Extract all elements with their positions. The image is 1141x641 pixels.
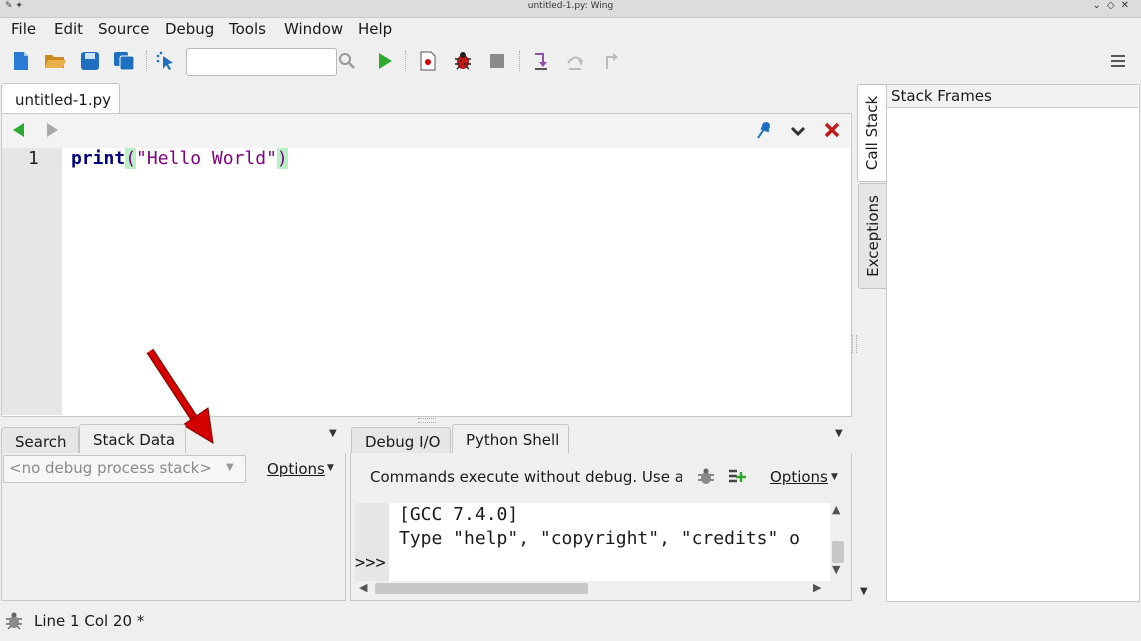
tab-stack-data-label: Stack Data	[93, 431, 176, 449]
status-bug-icon[interactable]	[4, 611, 24, 635]
shell-prompt: >>>	[355, 553, 386, 573]
code-line[interactable]: print("Hello World")	[71, 148, 288, 169]
splitter-handle[interactable]	[418, 418, 436, 423]
shell-line: [GCC 7.4.0]	[399, 504, 519, 525]
stack-frames-panel	[886, 84, 1140, 602]
menu-help[interactable]: Help	[358, 20, 392, 38]
code-paren-open: (	[125, 148, 137, 169]
line-number-gutter	[2, 148, 62, 415]
splitter-handle[interactable]	[852, 335, 857, 353]
options-arrow-icon: ▼	[831, 472, 838, 482]
search-icon[interactable]	[336, 50, 358, 72]
save-all-icon[interactable]	[113, 50, 135, 72]
combo-arrow-icon: ▼	[226, 462, 234, 473]
step-into-icon[interactable]	[530, 50, 552, 72]
shell-line: Type "help", "copyright", "credits" o	[399, 528, 800, 549]
title-bar: ✎ ✦ untitled-1.py: Wing ⌄◇✕	[0, 0, 1141, 18]
status-bar: Line 1 Col 20 *	[0, 603, 1141, 641]
line-number: 1	[28, 148, 39, 169]
debug-bug-icon[interactable]	[452, 50, 474, 72]
status-text: Line 1 Col 20 *	[34, 612, 145, 630]
tab-stack-data[interactable]: Stack Data	[79, 424, 186, 455]
tab-python-shell[interactable]: Python Shell	[452, 424, 569, 455]
hamburger-menu-icon[interactable]	[1107, 50, 1129, 72]
shell-info-text: Commands execute without debug. Use arı	[370, 468, 682, 486]
chevron-down-icon[interactable]	[790, 124, 806, 142]
menu-edit[interactable]: Edit	[54, 20, 83, 38]
shell-debug-bug-icon[interactable]	[696, 467, 716, 491]
scroll-thumb[interactable]	[375, 583, 588, 594]
tab-debug-io-label: Debug I/O	[365, 433, 441, 451]
tab-call-stack-label: Call Stack	[863, 95, 882, 171]
stack-frames-header: Stack Frames	[887, 85, 1138, 108]
code-string: "Hello World"	[136, 148, 277, 169]
options-arrow-icon: ▼	[327, 463, 334, 473]
stop-icon[interactable]	[486, 50, 508, 72]
tab-debug-io[interactable]: Debug I/O	[351, 427, 451, 454]
run-icon[interactable]	[374, 50, 396, 72]
tab-search-label: Search	[15, 433, 67, 451]
menu-source[interactable]: Source	[98, 20, 150, 38]
goto-definition-icon[interactable]	[155, 50, 177, 72]
panel-menu-icon[interactable]: ▼	[835, 428, 843, 439]
panel-menu-icon[interactable]: ▼	[329, 428, 337, 439]
scroll-thumb[interactable]	[832, 541, 844, 563]
save-icon[interactable]	[79, 50, 101, 72]
menu-bar: File Edit Source Debug Tools Window Help	[0, 17, 1141, 41]
back-arrow-icon[interactable]	[11, 122, 25, 142]
debug-file-icon[interactable]	[417, 50, 439, 72]
scroll-left-icon[interactable]: ◀	[359, 581, 367, 594]
scroll-down-icon[interactable]: ▼	[832, 563, 840, 576]
close-icon[interactable]	[824, 122, 840, 142]
editor-toolbar	[2, 114, 850, 148]
tab-exceptions-label: Exceptions	[864, 195, 883, 277]
tab-exceptions[interactable]: Exceptions	[858, 183, 887, 289]
step-over-icon[interactable]	[564, 50, 586, 72]
tab-python-shell-label: Python Shell	[466, 431, 560, 449]
editor-tab-label: untitled-1.py	[15, 91, 111, 109]
code-keyword: print	[71, 148, 126, 169]
menu-debug[interactable]: Debug	[165, 20, 214, 38]
options-button-shell[interactable]: Options	[770, 468, 828, 486]
toolbar-search-input[interactable]	[186, 48, 337, 76]
open-folder-icon[interactable]	[44, 50, 66, 72]
step-out-icon[interactable]	[598, 50, 620, 72]
shell-hscrollbar[interactable]: ◀ ▶	[355, 581, 830, 596]
toolbar-separator	[146, 51, 148, 71]
stack-frames-title: Stack Frames	[891, 87, 992, 105]
combo-placeholder: <no debug process stack>	[9, 459, 212, 477]
shell-vscrollbar[interactable]: ▲ ▼	[830, 503, 847, 581]
debug-stack-combo[interactable]: <no debug process stack> ▼	[3, 455, 246, 483]
editor-tab[interactable]: untitled-1.py	[1, 83, 120, 114]
toolbar-separator	[519, 51, 521, 71]
menu-tools[interactable]: Tools	[229, 20, 266, 38]
shell-new-icon[interactable]	[727, 467, 747, 491]
pin-icon[interactable]	[755, 120, 773, 144]
window-title: untitled-1.py: Wing	[527, 1, 614, 11]
scroll-right-icon[interactable]: ▶	[813, 581, 821, 594]
toolbar-separator	[405, 51, 407, 71]
tab-call-stack[interactable]: Call Stack	[857, 84, 886, 182]
forward-arrow-icon[interactable]	[46, 122, 60, 142]
panel-menu-icon[interactable]: ▼	[860, 586, 868, 597]
code-paren-close: )	[276, 148, 288, 169]
tab-search[interactable]: Search	[1, 427, 79, 454]
window-controls[interactable]: ⌄◇✕	[1093, 0, 1135, 11]
new-file-icon[interactable]	[10, 50, 32, 72]
options-button-left[interactable]: Options	[267, 460, 325, 478]
scroll-up-icon[interactable]: ▲	[832, 503, 840, 516]
menu-file[interactable]: File	[11, 20, 36, 38]
menu-window[interactable]: Window	[284, 20, 343, 38]
